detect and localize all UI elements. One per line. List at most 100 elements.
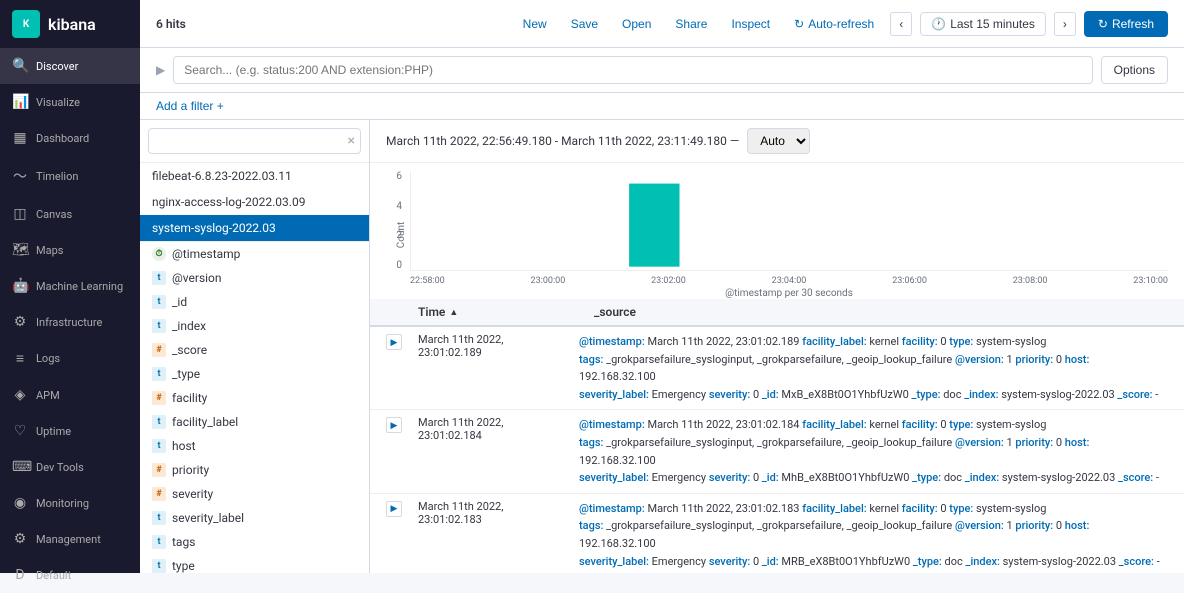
sidebar-item-visualize[interactable]: 📊Visualize bbox=[0, 84, 140, 120]
field-item-@version[interactable]: t@version bbox=[140, 266, 369, 290]
field-badge-type: t bbox=[152, 559, 166, 573]
devtools-icon: ⌨ bbox=[12, 459, 28, 475]
time-prev-button[interactable]: ‹ bbox=[890, 12, 912, 36]
field-item-type[interactable]: ttype bbox=[140, 554, 369, 573]
field-item-host[interactable]: thost bbox=[140, 434, 369, 458]
sidebar-label-discover: Discover bbox=[36, 60, 78, 73]
new-button[interactable]: New bbox=[515, 13, 555, 35]
y-label-6: 6 bbox=[386, 171, 402, 182]
sidebar-item-management[interactable]: ⚙Management bbox=[0, 521, 140, 557]
field-name-facility: facility bbox=[172, 391, 207, 405]
index-item[interactable]: system-syslog-2022.03 bbox=[140, 215, 369, 241]
field-item-facility[interactable]: #facility bbox=[140, 386, 369, 410]
field-item-_score[interactable]: #_score bbox=[140, 338, 369, 362]
x-axis-label: @timestamp per 30 seconds bbox=[410, 288, 1168, 299]
sidebar-item-default[interactable]: DDefault bbox=[0, 557, 140, 593]
auto-select[interactable]: Auto bbox=[747, 128, 810, 154]
histogram-chart bbox=[410, 171, 1168, 271]
field-item-@timestamp[interactable]: ⏱@timestamp bbox=[140, 242, 369, 266]
clock-icon: 🕐 bbox=[931, 17, 946, 31]
field-item-severity_label[interactable]: tseverity_label bbox=[140, 506, 369, 530]
index-item[interactable]: nginx-access-log-2022.03.09 bbox=[140, 189, 369, 215]
x-label-4: 23:02:00 bbox=[651, 276, 686, 286]
row-time-1: March 11th 2022, 23:01:02.184 bbox=[418, 416, 563, 442]
field-item-severity[interactable]: #severity bbox=[140, 482, 369, 506]
sidebar: K kibana 🔍Discover📊Visualize▦Dashboard〜T… bbox=[0, 0, 140, 573]
field-name-priority: priority bbox=[172, 463, 209, 477]
fields-search-clear-icon[interactable]: × bbox=[348, 133, 355, 149]
field-item-tags[interactable]: ttags bbox=[140, 530, 369, 554]
maps-icon: 🗺 bbox=[12, 242, 28, 258]
source-line: tags: _grokparsefailure_sysloginput, _gr… bbox=[579, 517, 1168, 552]
add-filter-button[interactable]: Add a filter + bbox=[156, 99, 224, 113]
expand-row-0[interactable]: ▶ bbox=[386, 334, 402, 350]
results-table: Time ▲ _source ▶March 11th 2022, 23:01:0… bbox=[370, 299, 1184, 573]
default-icon: D bbox=[12, 567, 28, 583]
sidebar-item-ml[interactable]: 🤖Machine Learning bbox=[0, 268, 140, 304]
row-source-2: @timestamp: March 11th 2022, 23:01:02.18… bbox=[579, 500, 1168, 570]
expand-row-2[interactable]: ▶ bbox=[386, 501, 402, 517]
row-time-2: March 11th 2022, 23:01:02.183 bbox=[418, 500, 563, 526]
field-item-_type[interactable]: t_type bbox=[140, 362, 369, 386]
field-item-priority[interactable]: #priority bbox=[140, 458, 369, 482]
sidebar-item-canvas[interactable]: ◫ Canvas bbox=[0, 196, 140, 232]
chart-inner: Count 22:58:0023:00:0023:02:0023:04:0023… bbox=[410, 171, 1168, 299]
sidebar-item-logs[interactable]: ≡Logs bbox=[0, 340, 140, 377]
dashboard-icon: ▦ bbox=[12, 130, 28, 146]
search-bar: ▶ Options bbox=[140, 48, 1184, 93]
field-badge-tags: t bbox=[152, 535, 166, 549]
y-axis-label: Count bbox=[396, 222, 407, 249]
fields-search-input[interactable] bbox=[148, 128, 361, 154]
auto-refresh-button[interactable]: ↻ Auto-refresh bbox=[786, 13, 882, 35]
logo-text: kibana bbox=[48, 15, 96, 34]
expand-row-1[interactable]: ▶ bbox=[386, 417, 402, 433]
x-label-8: 23:06:00 bbox=[892, 276, 927, 286]
refresh-button[interactable]: ↻ Refresh bbox=[1084, 11, 1168, 37]
fields-list: ⏱@timestampt@versiont_idt_index#_scoret_… bbox=[140, 242, 369, 573]
search-prompt-icon: ▶ bbox=[156, 63, 165, 77]
sidebar-label-uptime: Uptime bbox=[36, 425, 71, 438]
sidebar-item-timelion[interactable]: 〜Timelion bbox=[0, 156, 140, 196]
inspect-button[interactable]: Inspect bbox=[723, 13, 778, 35]
index-item[interactable]: filebeat-6.8.23-2022.03.11 bbox=[140, 163, 369, 189]
field-name-@timestamp: @timestamp bbox=[172, 247, 240, 261]
field-item-_index[interactable]: t_index bbox=[140, 314, 369, 338]
field-name-_id: _id bbox=[172, 295, 187, 309]
results-rows: ▶March 11th 2022, 23:01:02.189@timestamp… bbox=[370, 327, 1184, 573]
sidebar-label-canvas: Canvas bbox=[36, 208, 72, 221]
sidebar-item-apm[interactable]: ◈APM bbox=[0, 377, 140, 413]
sidebar-item-dashboard[interactable]: ▦ Dashboard bbox=[0, 120, 140, 156]
source-line: severity_label: Emergency severity: 0 _i… bbox=[579, 553, 1168, 571]
time-range-button[interactable]: 🕐 Last 15 minutes bbox=[920, 12, 1046, 36]
topbar: 6 hits New Save Open Share Inspect ↻ Aut… bbox=[140, 0, 1184, 48]
open-button[interactable]: Open bbox=[614, 13, 659, 35]
sidebar-label-devtools: Dev Tools bbox=[36, 461, 84, 474]
options-button[interactable]: Options bbox=[1101, 56, 1168, 84]
row-source-1: @timestamp: March 11th 2022, 23:01:02.18… bbox=[579, 416, 1168, 486]
time-range-label: Last 15 minutes bbox=[950, 17, 1035, 31]
canvas-icon: ◫ bbox=[12, 206, 28, 222]
sidebar-item-discover[interactable]: 🔍Discover bbox=[0, 48, 140, 84]
sidebar-item-infrastructure[interactable]: ⚙Infrastructure bbox=[0, 304, 140, 340]
sidebar-item-maps[interactable]: 🗺Maps bbox=[0, 232, 140, 268]
save-button[interactable]: Save bbox=[563, 13, 606, 35]
field-name-facility_label: facility_label bbox=[172, 415, 238, 429]
chart-wrapper: 6 4 2 0 Count 22:58:0023:00:0023:02:0023… bbox=[386, 171, 1168, 299]
apm-icon: ◈ bbox=[12, 387, 28, 403]
field-name-severity: severity bbox=[172, 487, 213, 501]
main-content: 6 hits New Save Open Share Inspect ↻ Aut… bbox=[140, 0, 1184, 573]
sidebar-item-devtools[interactable]: ⌨ Dev Tools bbox=[0, 449, 140, 485]
sidebar-item-uptime[interactable]: ♡Uptime bbox=[0, 413, 140, 449]
field-item-facility_label[interactable]: tfacility_label bbox=[140, 410, 369, 434]
y-label-4: 4 bbox=[386, 201, 402, 212]
field-name-@version: @version bbox=[172, 271, 222, 285]
search-input[interactable] bbox=[173, 56, 1092, 84]
time-next-button[interactable]: › bbox=[1054, 12, 1076, 36]
time-range-display: March 11th 2022, 22:56:49.180 - March 11… bbox=[386, 134, 739, 148]
sidebar-label-dashboard: Dashboard bbox=[36, 132, 89, 145]
infrastructure-icon: ⚙ bbox=[12, 314, 28, 330]
time-column-header: Time ▲ bbox=[418, 305, 578, 319]
field-item-_id[interactable]: t_id bbox=[140, 290, 369, 314]
sidebar-item-monitoring[interactable]: ◉Monitoring bbox=[0, 485, 140, 521]
share-button[interactable]: Share bbox=[667, 13, 715, 35]
